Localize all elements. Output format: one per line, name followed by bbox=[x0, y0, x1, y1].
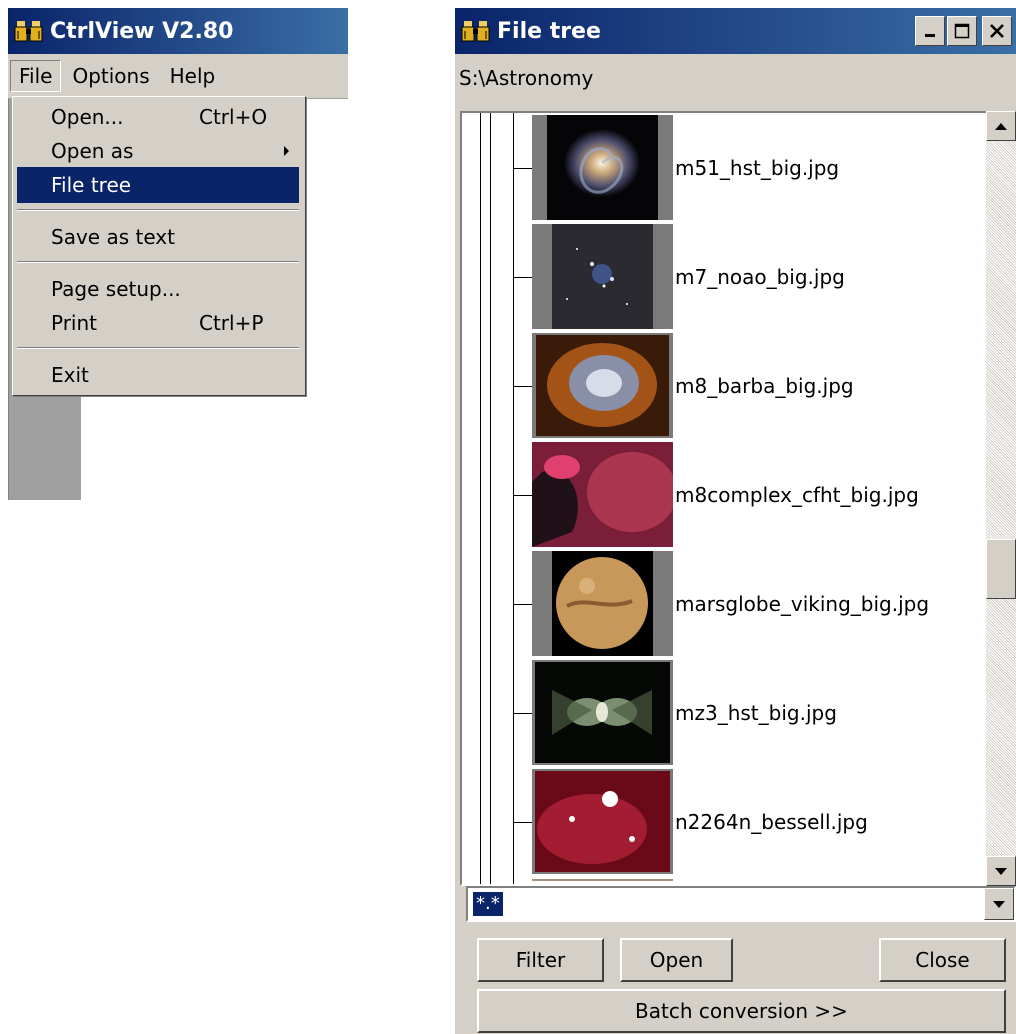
menu-separator bbox=[17, 347, 299, 349]
close-button[interactable]: Close bbox=[879, 938, 1006, 982]
menu-separator bbox=[17, 261, 299, 263]
open-button[interactable]: Open bbox=[620, 938, 733, 982]
filter-dropdown-button[interactable] bbox=[984, 888, 1014, 920]
open-button-label: Open bbox=[649, 948, 704, 972]
close-button-label: Close bbox=[915, 948, 970, 972]
thumbnail-m8complex[interactable] bbox=[532, 442, 673, 547]
menu-open[interactable]: Open... Ctrl+O bbox=[17, 99, 299, 135]
submenu-arrow-icon bbox=[284, 146, 289, 156]
thumbnail-m7[interactable] bbox=[532, 224, 673, 329]
filter-button-label: Filter bbox=[515, 948, 566, 972]
menubar: File Options Help bbox=[8, 54, 348, 99]
menu-open-label: Open... bbox=[51, 105, 124, 129]
minimize-button[interactable] bbox=[915, 16, 945, 46]
file-name[interactable]: mz3_hst_big.jpg bbox=[675, 701, 837, 725]
maximize-icon bbox=[954, 23, 970, 39]
tree-line bbox=[480, 113, 481, 884]
file-name[interactable]: m8_barba_big.jpg bbox=[675, 374, 854, 398]
thumbnail-mars[interactable] bbox=[532, 551, 673, 656]
arrow-up-icon bbox=[995, 122, 1007, 130]
scrollbar-thumb[interactable] bbox=[986, 539, 1016, 599]
menu-help[interactable]: Help bbox=[161, 60, 225, 92]
tree-line bbox=[490, 113, 491, 884]
vertical-scrollbar[interactable] bbox=[986, 111, 1016, 886]
file-menu-dropdown: Open... Ctrl+O Open as File tree Save as… bbox=[12, 96, 306, 396]
file-tree-title: File tree bbox=[497, 18, 601, 44]
menu-exit[interactable]: Exit bbox=[17, 357, 299, 393]
menu-open-as-label: Open as bbox=[51, 139, 134, 163]
maximize-button[interactable] bbox=[947, 16, 977, 46]
scroll-up-button[interactable] bbox=[986, 111, 1016, 141]
menu-print-shortcut: Ctrl+P bbox=[199, 311, 264, 335]
tree-branch bbox=[513, 386, 532, 387]
batch-conversion-label: Batch conversion >> bbox=[635, 999, 848, 1023]
thumbnail-n2264[interactable] bbox=[532, 769, 673, 874]
current-path: S:\Astronomy bbox=[459, 66, 594, 90]
tree-branch bbox=[513, 168, 532, 169]
file-tree-view[interactable]: m51_hst_big.jpg m7_noao_big.jpg m8_barba… bbox=[460, 111, 989, 886]
menu-page-setup[interactable]: Page setup... bbox=[17, 271, 299, 307]
tree-branch bbox=[513, 713, 532, 714]
thumbnail-partial bbox=[532, 879, 673, 881]
main-titlebar[interactable]: CtrlView V2.80 bbox=[8, 8, 348, 54]
thumbnail-m8[interactable] bbox=[532, 333, 673, 438]
binoculars-icon bbox=[14, 19, 44, 43]
filter-button[interactable]: Filter bbox=[477, 938, 604, 982]
menu-options[interactable]: Options bbox=[63, 60, 158, 92]
minimize-icon bbox=[925, 34, 935, 37]
menu-separator bbox=[17, 209, 299, 211]
thumbnail-m51[interactable] bbox=[532, 115, 673, 220]
close-window-button[interactable] bbox=[982, 16, 1012, 46]
menu-print-label: Print bbox=[51, 311, 98, 335]
binoculars-icon bbox=[461, 19, 491, 43]
filter-combobox[interactable]: *.* bbox=[466, 886, 1016, 922]
close-icon bbox=[990, 24, 1004, 38]
tree-branch bbox=[513, 822, 532, 823]
menu-print[interactable]: Print Ctrl+P bbox=[17, 305, 299, 341]
file-name[interactable]: m51_hst_big.jpg bbox=[675, 156, 839, 180]
file-name[interactable]: m8complex_cfht_big.jpg bbox=[675, 483, 919, 507]
menu-save-as-text-label: Save as text bbox=[51, 225, 175, 249]
menu-exit-label: Exit bbox=[51, 363, 89, 387]
file-name[interactable]: marsglobe_viking_big.jpg bbox=[675, 592, 929, 616]
tree-line bbox=[513, 113, 514, 884]
menu-save-as-text[interactable]: Save as text bbox=[17, 219, 299, 255]
file-name[interactable]: n2264n_bessell.jpg bbox=[675, 810, 868, 834]
menu-file-tree[interactable]: File tree bbox=[17, 167, 299, 203]
main-window-title: CtrlView V2.80 bbox=[50, 18, 234, 44]
file-name[interactable]: m7_noao_big.jpg bbox=[675, 265, 845, 289]
file-tree-titlebar[interactable]: File tree bbox=[455, 8, 1016, 54]
menu-page-setup-label: Page setup... bbox=[51, 277, 181, 301]
tree-branch bbox=[513, 604, 532, 605]
tree-branch bbox=[513, 495, 532, 496]
menu-open-as[interactable]: Open as bbox=[17, 133, 299, 169]
menu-file-tree-label: File tree bbox=[51, 173, 132, 197]
tree-branch bbox=[513, 277, 532, 278]
scroll-down-button[interactable] bbox=[986, 856, 1016, 886]
file-tree-window: File tree S:\Astronomy m51_hst_big.jpg m… bbox=[455, 8, 1016, 1034]
batch-conversion-button[interactable]: Batch conversion >> bbox=[477, 989, 1006, 1033]
thumbnail-mz3[interactable] bbox=[532, 660, 673, 765]
arrow-down-icon bbox=[995, 867, 1007, 875]
menu-file[interactable]: File bbox=[10, 60, 62, 92]
chevron-down-icon bbox=[993, 900, 1005, 908]
menu-open-shortcut: Ctrl+O bbox=[199, 105, 268, 129]
filter-value[interactable]: *.* bbox=[473, 892, 503, 916]
